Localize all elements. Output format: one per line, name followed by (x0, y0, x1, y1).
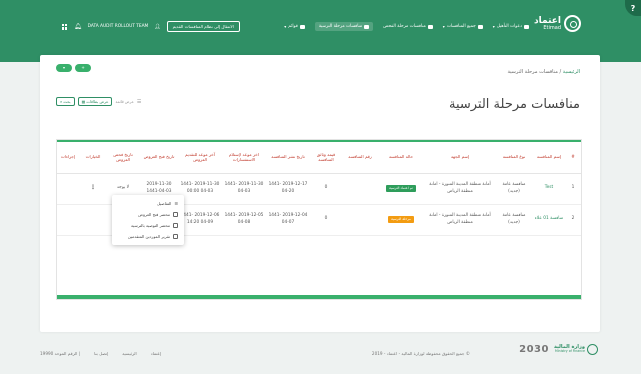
top-navigation-bar: اعتماد Etimad دعوات التأهيل ▾ جميع المنا… (0, 0, 641, 62)
page-title: منافسات مرحلة الترسية (448, 97, 580, 112)
document-icon (173, 212, 178, 217)
breadcrumb-current: منافسات مرحلة الترسية (507, 69, 558, 75)
doc-value: 0 (309, 173, 343, 205)
menu-item-suppliers-report[interactable]: تقرير الموردين المتقدمين (112, 231, 184, 242)
header-tools: 🔔︎ DATA AUDIT ROLLOUT TEAM 👤︎ الانتقال إ… (62, 21, 240, 32)
filter-pill-button[interactable]: ▾ (56, 64, 72, 72)
card-view-button[interactable]: ▦ عرض بطاقات (77, 97, 113, 106)
tender-ref (343, 173, 377, 205)
tender-type: منافسة عامة (جديد) (495, 173, 533, 205)
vision-2030-logo: 2030 (519, 344, 549, 355)
folder-icon (477, 24, 483, 29)
options-cell (79, 204, 107, 236)
nav-item-lists[interactable]: قوائم ▾ (284, 24, 305, 29)
main-nav: دعوات التأهيل ▾ جميع المنافسات ▾ منافسات… (284, 22, 529, 31)
col-header: تاريخ نشر المنافسة (267, 142, 309, 174)
breadcrumb: الرئيسية / منافسات مرحلة الترسية (507, 69, 580, 75)
col-header: إسم المنافسة (533, 142, 565, 174)
col-header: نوع المنافسة (495, 142, 533, 174)
row-actions (57, 204, 79, 236)
footer: وزارة المالية Ministry of Finance 2030 ©… (40, 340, 600, 366)
offers-deadline: 2019-11-30 1441-04-03 00:00 (179, 173, 221, 205)
agency-name: أمانة منطقة المدينة المنورة - امانة منطق… (425, 173, 495, 205)
col-header: # (565, 142, 581, 174)
mof-emblem-icon (587, 344, 598, 355)
status-badge: مرحلة الترسية (388, 215, 414, 223)
folder-icon (364, 24, 370, 29)
switch-old-system-button[interactable]: الانتقال إلى نظام المنافسات القديم (166, 21, 240, 32)
tender-name-link[interactable]: منافسة 01 علاء (533, 204, 565, 236)
search-icon: ⌕ (60, 99, 63, 104)
publish-date: 2019-12-04 1441-04-07 (267, 204, 309, 236)
col-header: رقم المنافسة (343, 142, 377, 174)
etimad-logo-mark-icon (564, 15, 581, 32)
row-number: 2 (565, 204, 581, 236)
row-actions (57, 173, 79, 205)
document-icon (173, 223, 178, 228)
main-card: ▾ + الرئيسية / منافسات مرحلة الترسية ⌕ ب… (40, 55, 600, 332)
nav-item-prequalification[interactable]: دعوات التأهيل ▾ (493, 24, 529, 29)
menu-item-award-recommendation[interactable]: محضر التوصية بالترسية (112, 220, 184, 231)
inquiries-deadline: 2019-11-30 1441-04-03 (221, 173, 267, 205)
list-icon: ☰ (174, 201, 178, 206)
chevron-down-icon: ▾ (284, 24, 287, 29)
col-header: حالة المنافسة (377, 142, 425, 174)
footer-links: إعتماد الرئيسية إتصل بنا | الرقم الموحد … (40, 351, 161, 356)
search-button[interactable]: ⌕ بحث (56, 97, 75, 106)
doc-value: 0 (309, 204, 343, 236)
footer-link-etimad[interactable]: إعتماد (151, 351, 162, 356)
etimad-logo[interactable]: اعتماد Etimad (534, 15, 581, 32)
col-header: تاريخ فتح العروض (139, 142, 179, 174)
user-team-name[interactable]: DATA AUDIT ROLLOUT TEAM (88, 24, 149, 29)
footer-link-contact[interactable]: إتصل بنا (94, 351, 108, 356)
footer-logos: وزارة المالية Ministry of Finance 2030 (519, 344, 598, 355)
col-header: إجراءات (57, 142, 79, 174)
tender-type: منافسة عامة (جديد) (495, 204, 533, 236)
footer-link-home[interactable]: الرئيسية (122, 351, 136, 356)
col-header: اخر موعد لإستلام الاستفسارات (221, 142, 267, 174)
footer-unified-number: | الرقم الموحد 19990 (40, 351, 81, 356)
tender-name-link[interactable]: Test (533, 173, 565, 205)
offers-deadline: 2019-12-06 1441-04-09 14:20 (179, 204, 221, 236)
more-options-icon[interactable]: ⋮ (90, 184, 96, 191)
status-badge: تم اعتماد الترسية (386, 184, 416, 192)
col-header: الخيارات (79, 142, 107, 174)
action-pills: ▾ + (56, 64, 91, 72)
list-view-button[interactable]: عرض قائمة (115, 99, 133, 104)
nav-item-examination-tenders[interactable]: منافسات مرحلة الفحص (383, 24, 433, 29)
col-header: تاريخ فحص العروض (107, 142, 139, 174)
mof-logo: وزارة المالية Ministry of Finance (554, 344, 598, 355)
folder-icon (524, 24, 529, 29)
inquiries-deadline: 2019-12-05 1441-04-08 (221, 204, 267, 236)
options-dropdown-menu: ☰ التفاصيل محضر فتح العروض محضر التوصية … (112, 195, 184, 245)
row-number: 1 (565, 173, 581, 205)
view-tools: ⌕ بحث ▦ عرض بطاقات عرض قائمة ☰ (56, 97, 141, 106)
add-pill-button[interactable]: + (75, 64, 91, 72)
apps-grid-icon[interactable] (62, 23, 68, 30)
menu-item-details[interactable]: ☰ التفاصيل (112, 198, 184, 209)
publish-date: 2019-12-17 1441-04-20 (267, 173, 309, 205)
document-icon (173, 234, 178, 239)
col-header: قيمة وثائق المنافسة (309, 142, 343, 174)
col-header: آخر موعد للتقديم العروض (179, 142, 221, 174)
list-icon (299, 24, 305, 29)
table-header-row: # إسم المنافسة نوع المنافسة إسم الجهة حا… (57, 142, 581, 174)
agency-name: أمانة منطقة المدينة المنورة - امانة منطق… (425, 204, 495, 236)
logo-english-text: Etimad (543, 24, 561, 31)
folder-icon (427, 24, 433, 29)
nav-item-awarding-tenders[interactable]: منافسات مرحلة الترسية (314, 22, 374, 31)
bell-icon[interactable]: 🔔︎ (74, 23, 82, 30)
col-header: إسم الجهة (425, 142, 495, 174)
user-icon: 👤︎ (154, 23, 161, 30)
nav-item-all-tenders[interactable]: جميع المنافسات ▾ (443, 24, 483, 29)
help-badge[interactable]: ? (625, 0, 641, 16)
menu-item-open-offers-report[interactable]: محضر فتح العروض (112, 209, 184, 220)
tender-ref (343, 204, 377, 236)
list-view-icon[interactable]: ☰ (137, 99, 141, 105)
breadcrumb-home-link[interactable]: الرئيسية (563, 69, 580, 75)
copyright-text: © جميع الحقوق محفوظة لوزارة المالية - اع… (371, 351, 470, 356)
chevron-down-icon: ▾ (442, 24, 445, 29)
cards-icon: ▦ (81, 99, 86, 104)
chevron-down-icon: ▾ (492, 24, 495, 29)
